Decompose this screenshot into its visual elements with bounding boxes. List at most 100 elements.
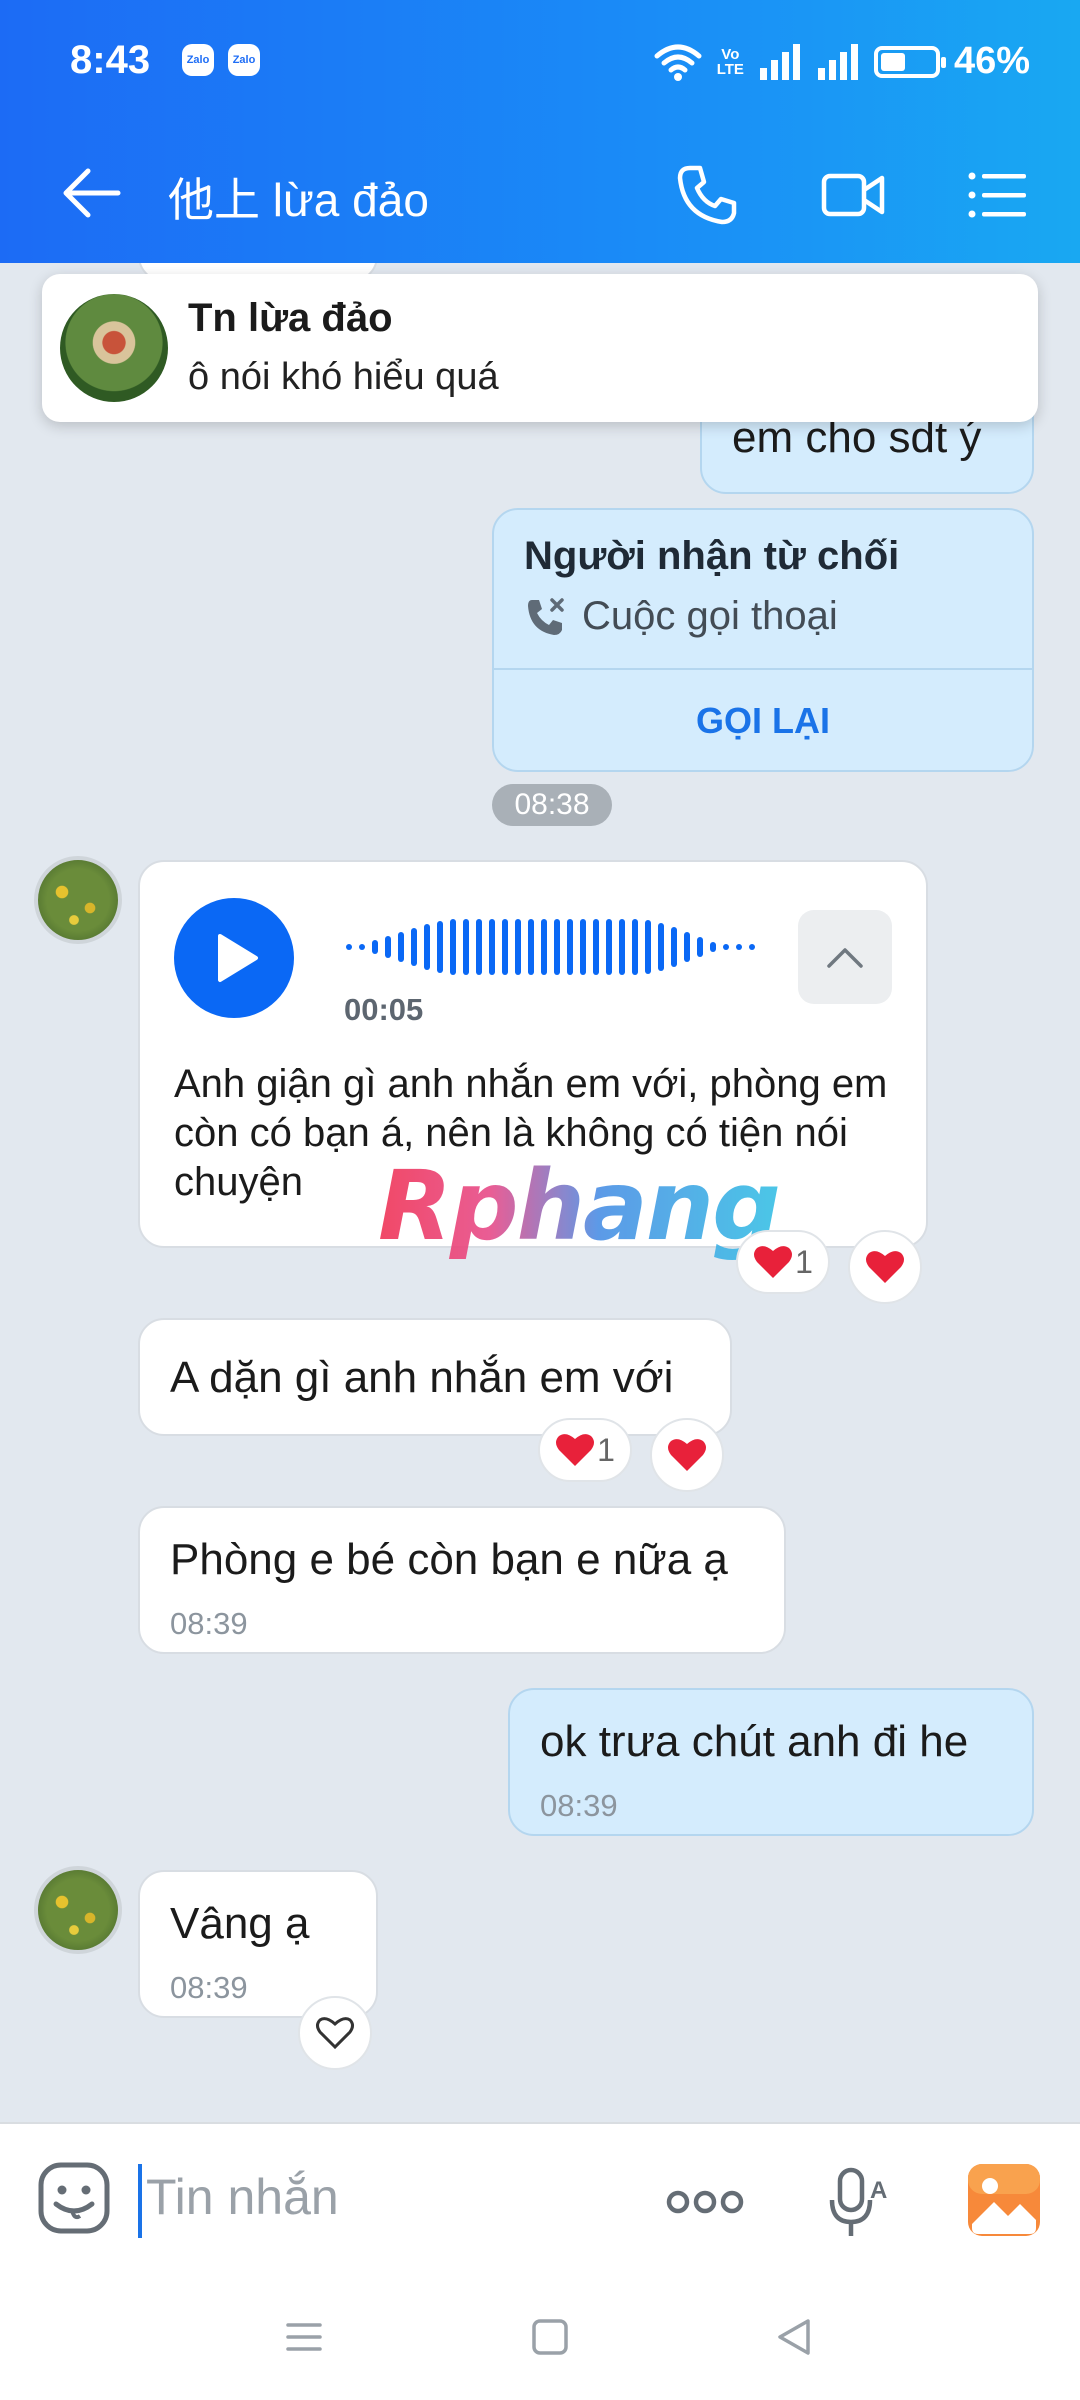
reaction-count: 1 [597,1431,615,1468]
chevron-up-icon [827,948,863,968]
menu-list-icon[interactable] [962,160,1032,230]
volte-indicator: Vo LTE [716,45,744,78]
heart-icon [668,1439,706,1471]
voice-to-text-icon[interactable]: A [826,2164,890,2240]
reaction-count: 1 [795,1243,813,1280]
heart-outline-icon [316,2017,354,2050]
battery-icon [873,45,946,78]
time-divider: 08:38 [492,784,612,826]
phone-call-icon[interactable] [672,160,742,230]
waveform-bar [580,919,586,975]
status-time: 8:43 [70,38,151,82]
waveform-bar [359,944,365,950]
recent-apps-icon[interactable] [284,2317,324,2357]
message-time: 08:39 [540,1788,618,1823]
play-button[interactable] [174,898,294,1018]
signal-icon [817,43,858,80]
declined-call-card: Người nhận từ chối Cuộc gọi thoại GỌI LẠ… [492,508,1034,772]
waveform-bar [723,944,729,950]
collapse-transcript-button[interactable] [798,910,892,1004]
message-time: 08:39 [170,1970,248,2005]
waveform-bar [385,936,391,958]
divider [494,668,1032,670]
waveform-bar [684,932,690,962]
waveform-bar [437,921,443,973]
react-button[interactable] [650,1418,724,1492]
contact-avatar[interactable] [34,856,122,944]
waveform-bar [593,919,599,975]
signal-icon [759,43,800,80]
back-arrow-icon[interactable] [62,165,122,221]
waveform-bar [476,919,482,975]
image-gallery-icon[interactable] [966,2162,1042,2238]
chat-title[interactable]: 他上 lừa đảo [168,164,429,230]
react-button[interactable] [298,1996,372,2070]
video-call-icon[interactable] [818,160,888,230]
waveform-bar [424,924,430,970]
waveform-bar [502,919,508,975]
react-button[interactable] [848,1230,922,1304]
message-text: A dặn gì anh nhắn em với [170,1353,674,1402]
waveform-bar [541,919,547,975]
waveform-bar [749,944,755,950]
call-status-title: Người nhận từ chối [524,534,900,578]
message-text: ok trưa chút anh đi he [540,1717,969,1766]
waveform-bar [411,928,417,966]
message-notification-banner[interactable]: Tn lừa đảo ô nói khó hiểu quá [42,274,1038,422]
home-icon[interactable] [530,2317,570,2357]
wifi-icon [654,44,702,81]
contact-avatar[interactable] [34,1866,122,1954]
sent-bubble[interactable]: ok trưa chút anh đi he 08:39 [508,1688,1034,1836]
text-cursor [138,2164,142,2238]
message-input[interactable]: Tin nhắn [146,2168,339,2226]
heart-icon [754,1246,793,1278]
waveform-bar [697,937,703,957]
waveform-bar [606,919,612,975]
waveform-bar [632,919,638,975]
waveform-bar [515,919,521,975]
notification-message: ô nói khó hiểu quá [188,356,499,398]
declined-call-icon [528,598,564,635]
waveform-bar [554,919,560,975]
message-time: 08:39 [170,1606,248,1641]
waveform-bar [372,940,378,954]
reaction-count-badge[interactable]: 1 [736,1230,830,1294]
waveform-bar [528,919,534,975]
zalo-notification-icon: Zalo [228,44,260,76]
received-bubble[interactable]: Phòng e bé còn bạn e nữa ạ 08:39 [138,1506,786,1654]
call-back-button[interactable]: GỌI LẠI [494,700,1032,742]
waveform-bar [736,944,742,950]
zalo-notification-icon: Zalo [182,44,214,76]
heart-icon [866,1251,904,1283]
waveform-bar [619,919,625,975]
back-icon[interactable] [774,2317,814,2357]
message-text: Phòng e bé còn bạn e nữa ạ [170,1535,728,1584]
message-text: Vâng ạ [170,1899,310,1948]
play-icon [218,934,258,982]
call-type: Cuộc gọi thoại [582,594,838,638]
waveform-bar [489,919,495,975]
sender-avatar [60,294,168,402]
app-header: 8:43 Zalo Zalo Vo LTE 46% 他上 lừa đảo [0,0,1080,263]
received-bubble[interactable]: A dặn gì anh nhắn em với [138,1318,732,1436]
status-indicators: Vo LTE 46% [653,40,1030,83]
svg-text:A: A [870,2177,887,2204]
waveform-bar [645,920,651,974]
heart-icon [556,1434,595,1466]
waveform-bar [398,932,404,962]
voice-duration: 00:05 [344,992,424,1027]
reaction-count-badge[interactable]: 1 [538,1418,632,1482]
waveform-bar [450,919,456,975]
emoji-icon[interactable] [36,2160,112,2236]
waveform-bar [710,942,716,952]
watermark-logo: Rphang [378,1150,781,1262]
battery-percent: 46% [953,40,1030,82]
more-dots-icon[interactable] [664,2182,746,2222]
waveform-bar [671,927,677,967]
audio-waveform[interactable] [340,912,760,982]
waveform-bar [463,919,469,975]
waveform-bar [658,923,664,971]
message-composer: Tin nhắn A [0,2122,1080,2277]
notification-sender: Tn lừa đảo [188,296,393,340]
waveform-bar [346,944,352,950]
